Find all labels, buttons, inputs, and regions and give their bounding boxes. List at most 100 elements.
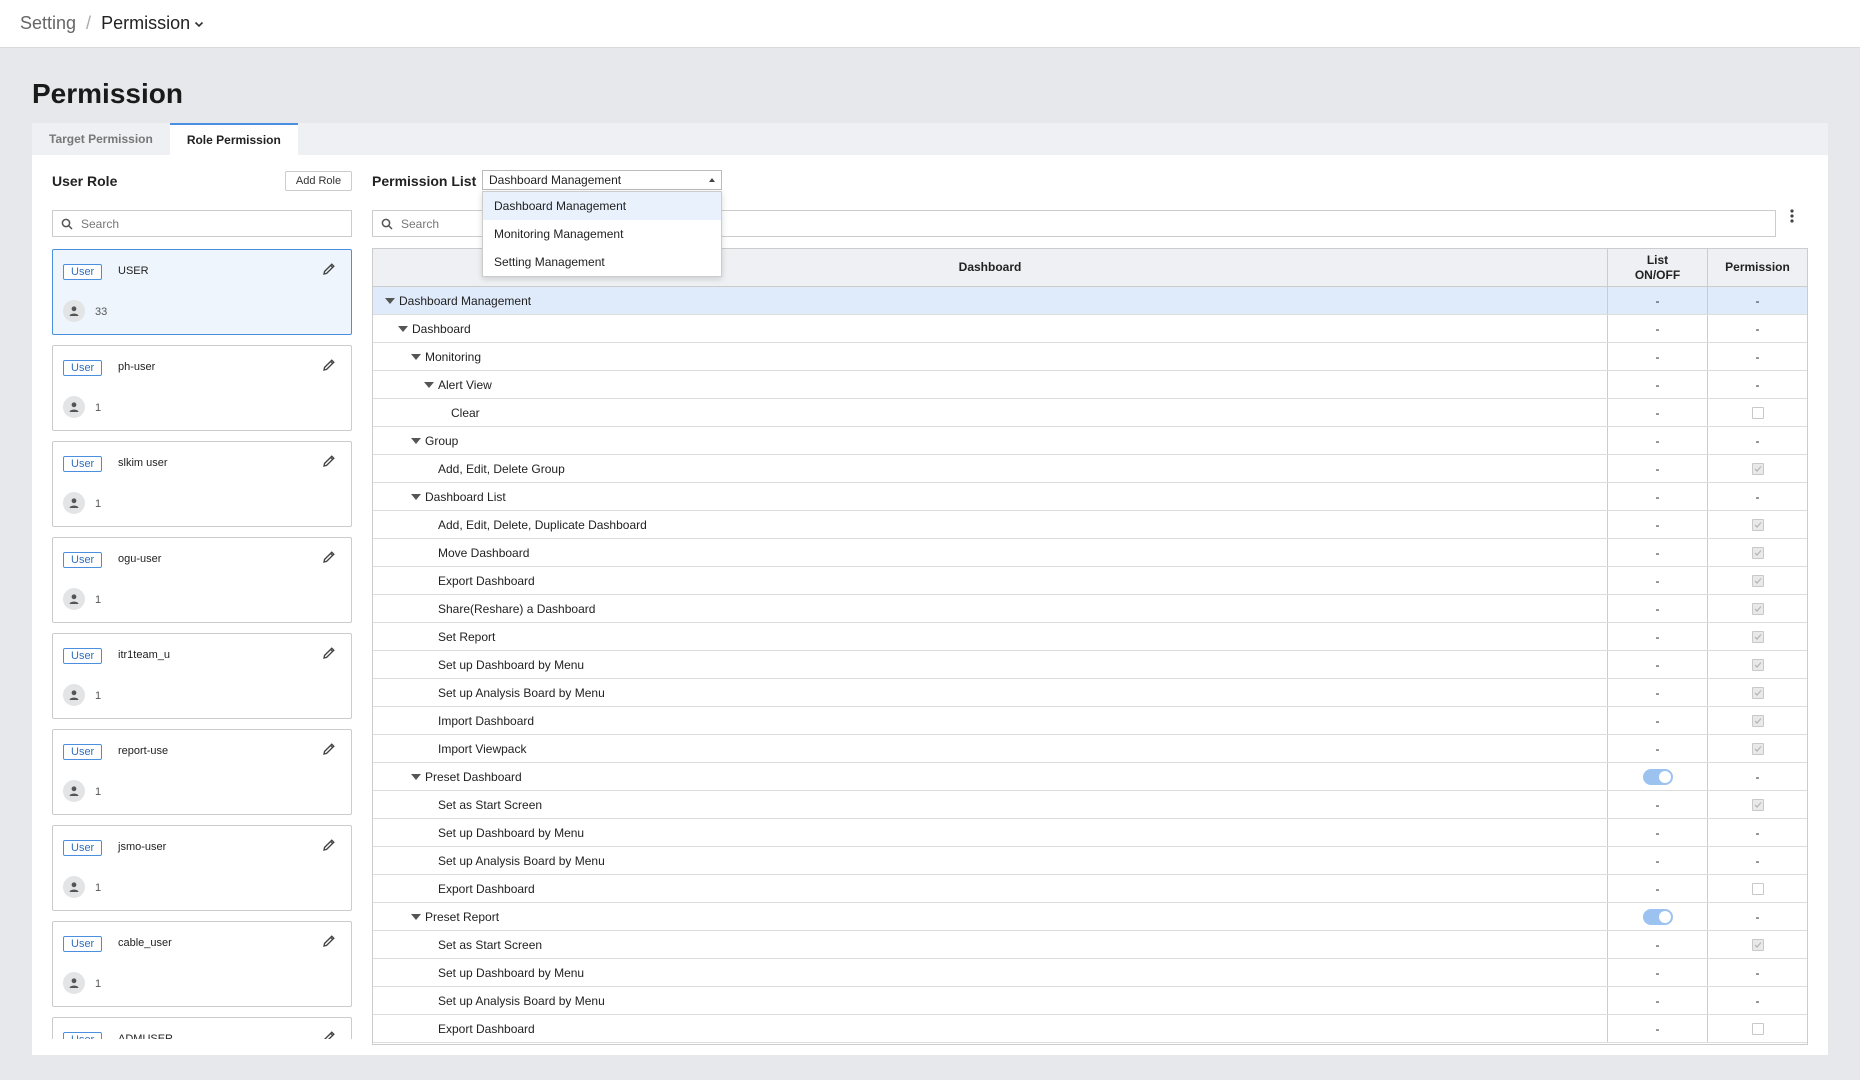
edit-pencil-icon[interactable] bbox=[322, 934, 336, 953]
role-card[interactable]: User jsmo-user 1 bbox=[52, 825, 352, 911]
edit-pencil-icon[interactable] bbox=[322, 1030, 336, 1039]
role-card[interactable]: User ph-user 1 bbox=[52, 345, 352, 431]
role-card[interactable]: User ogu-user 1 bbox=[52, 537, 352, 623]
role-user-count: 1 bbox=[95, 498, 102, 510]
tab-target-permission[interactable]: Target Permission bbox=[32, 123, 170, 155]
table-row[interactable]: Dashboard - - bbox=[373, 315, 1807, 343]
permission-checkbox[interactable] bbox=[1751, 630, 1764, 643]
table-row[interactable]: Import Viewpack - bbox=[373, 735, 1807, 763]
role-name: jsmo-user bbox=[118, 841, 167, 853]
role-list: User USER 33 User ph-user 1 User slkim user 1 Use… bbox=[52, 249, 352, 1039]
tab-role-permission[interactable]: Role Permission bbox=[169, 123, 298, 155]
table-row[interactable]: Dashboard Management - - bbox=[373, 287, 1807, 315]
role-card[interactable]: User ADMUSER bbox=[52, 1017, 352, 1039]
table-row[interactable]: Export Dashboard - bbox=[373, 567, 1807, 595]
table-row[interactable]: Group - - bbox=[373, 427, 1807, 455]
table-row[interactable]: Export Dashboard - bbox=[373, 1015, 1807, 1043]
permission-checkbox[interactable] bbox=[1751, 742, 1764, 755]
expand-triangle-icon[interactable] bbox=[385, 297, 395, 304]
role-search-input[interactable] bbox=[81, 216, 313, 231]
more-vertical-icon[interactable] bbox=[1788, 207, 1796, 225]
permission-label: Set as Start Screen bbox=[438, 797, 543, 812]
permission-checkbox[interactable] bbox=[1751, 686, 1764, 699]
table-row[interactable]: Export Dashboard - bbox=[373, 875, 1807, 903]
table-row[interactable]: Share(Reshare) a Dashboard - bbox=[373, 595, 1807, 623]
expand-triangle-icon[interactable] bbox=[411, 913, 421, 920]
table-row[interactable]: Set up Analysis Board by Menu - - bbox=[373, 987, 1807, 1015]
permission-checkbox[interactable] bbox=[1751, 714, 1764, 727]
role-card[interactable]: User USER 33 bbox=[52, 249, 352, 335]
expand-triangle-icon[interactable] bbox=[424, 381, 434, 388]
list-onoff-cell: - bbox=[1607, 315, 1707, 342]
expand-triangle-icon[interactable] bbox=[398, 325, 408, 332]
table-row[interactable]: Dashboard List - - bbox=[373, 483, 1807, 511]
dropdown-option-setting-management[interactable]: Setting Management bbox=[483, 248, 721, 276]
edit-pencil-icon[interactable] bbox=[322, 550, 336, 569]
table-row[interactable]: Set as Start Screen - bbox=[373, 791, 1807, 819]
edit-pencil-icon[interactable] bbox=[322, 838, 336, 857]
table-row[interactable]: Preset Dashboard - bbox=[373, 763, 1807, 791]
table-row[interactable]: Move Dashboard - bbox=[373, 539, 1807, 567]
table-row[interactable]: Add, Edit, Delete Group - bbox=[373, 455, 1807, 483]
table-row[interactable]: Import Dashboard - bbox=[373, 707, 1807, 735]
dropdown-option-dashboard-management[interactable]: Dashboard Management bbox=[483, 192, 721, 220]
permission-checkbox[interactable] bbox=[1751, 1022, 1764, 1035]
list-onoff-value: - bbox=[1655, 601, 1660, 616]
edit-pencil-icon[interactable] bbox=[322, 358, 336, 377]
edit-pencil-icon[interactable] bbox=[322, 454, 336, 473]
dropdown-option-monitoring-management[interactable]: Monitoring Management bbox=[483, 220, 721, 248]
permission-label: Set up Dashboard by Menu bbox=[438, 825, 585, 840]
expand-triangle-icon[interactable] bbox=[411, 437, 421, 444]
role-card[interactable]: User itr1team_u 1 bbox=[52, 633, 352, 719]
add-role-button[interactable]: Add Role bbox=[285, 171, 352, 191]
permission-checkbox[interactable] bbox=[1751, 602, 1764, 615]
permission-category-select[interactable]: Dashboard Management bbox=[482, 170, 722, 190]
list-toggle[interactable] bbox=[1642, 768, 1673, 785]
permission-checkbox[interactable] bbox=[1751, 574, 1764, 587]
permission-label: Set up Analysis Board by Menu bbox=[438, 853, 605, 868]
list-onoff-cell: - bbox=[1607, 791, 1707, 818]
table-row[interactable]: Monitoring - - bbox=[373, 343, 1807, 371]
table-row[interactable]: Set up Dashboard by Menu - - bbox=[373, 819, 1807, 847]
permission-checkbox[interactable] bbox=[1751, 658, 1764, 671]
permission-value: - bbox=[1755, 769, 1760, 784]
table-row[interactable]: Set up Dashboard by Menu - - bbox=[373, 959, 1807, 987]
permission-checkbox[interactable] bbox=[1751, 462, 1764, 475]
permission-label: Dashboard List bbox=[425, 489, 506, 504]
permission-name-cell: Set Report bbox=[373, 623, 1607, 650]
list-onoff-value: - bbox=[1655, 629, 1660, 644]
permission-label: Export Dashboard bbox=[438, 1021, 535, 1036]
permission-checkbox[interactable] bbox=[1751, 938, 1764, 951]
role-card[interactable]: User cable_user 1 bbox=[52, 921, 352, 1007]
role-card[interactable]: User report-use 1 bbox=[52, 729, 352, 815]
role-card[interactable]: User slkim user 1 bbox=[52, 441, 352, 527]
expand-triangle-icon[interactable] bbox=[411, 353, 421, 360]
table-row[interactable]: Set as Start Screen - bbox=[373, 931, 1807, 959]
permission-checkbox[interactable] bbox=[1751, 518, 1764, 531]
permission-name-cell: Group bbox=[373, 427, 1607, 454]
expand-triangle-icon[interactable] bbox=[411, 773, 421, 780]
table-row[interactable]: Alert View - - bbox=[373, 371, 1807, 399]
permission-value: - bbox=[1755, 489, 1760, 504]
breadcrumb-permission-dropdown[interactable]: Permission bbox=[101, 13, 204, 34]
breadcrumb-setting[interactable]: Setting bbox=[20, 13, 76, 34]
table-row[interactable]: Set up Analysis Board by Menu - bbox=[373, 679, 1807, 707]
permission-checkbox[interactable] bbox=[1751, 882, 1764, 895]
table-row[interactable]: Set up Analysis Board by Menu - - bbox=[373, 847, 1807, 875]
expand-triangle-icon[interactable] bbox=[411, 493, 421, 500]
permission-checkbox[interactable] bbox=[1751, 406, 1764, 419]
edit-pencil-icon[interactable] bbox=[322, 262, 336, 281]
table-row[interactable]: Set up Dashboard by Menu - bbox=[373, 651, 1807, 679]
edit-pencil-icon[interactable] bbox=[322, 742, 336, 761]
table-row[interactable]: Clear - bbox=[373, 399, 1807, 427]
permission-checkbox[interactable] bbox=[1751, 798, 1764, 811]
table-row[interactable]: Set Report - bbox=[373, 623, 1807, 651]
permission-cell bbox=[1707, 679, 1807, 706]
table-row[interactable]: Preset Report - bbox=[373, 903, 1807, 931]
list-onoff-cell: - bbox=[1607, 455, 1707, 482]
permission-checkbox[interactable] bbox=[1751, 546, 1764, 559]
permission-value: - bbox=[1755, 433, 1760, 448]
table-row[interactable]: Add, Edit, Delete, Duplicate Dashboard - bbox=[373, 511, 1807, 539]
edit-pencil-icon[interactable] bbox=[322, 646, 336, 665]
list-toggle[interactable] bbox=[1642, 908, 1673, 925]
